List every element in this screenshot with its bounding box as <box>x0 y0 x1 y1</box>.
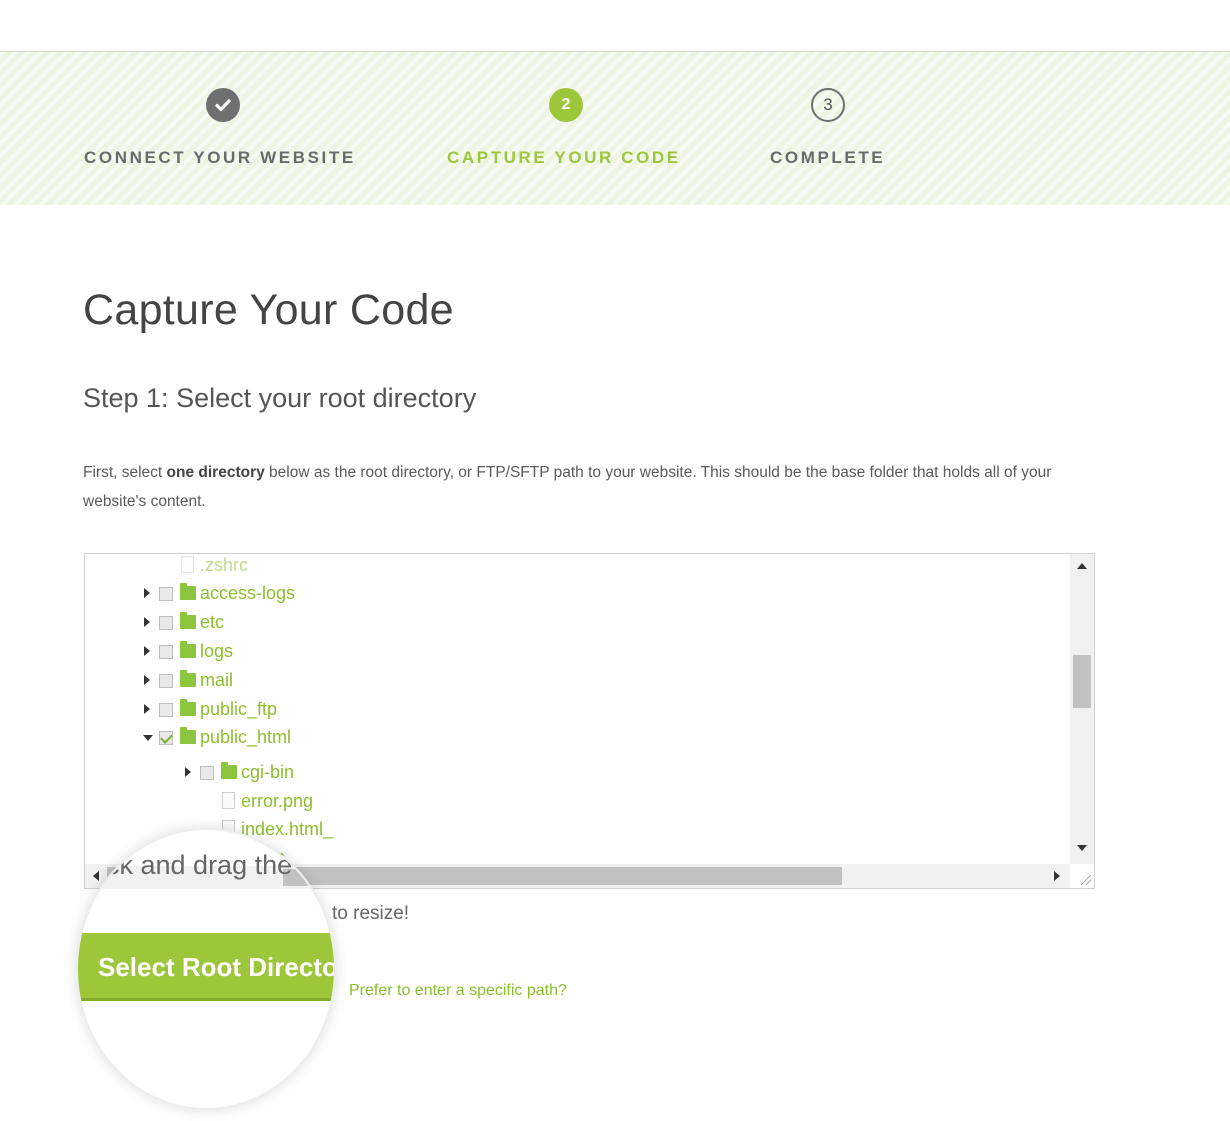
collapse-arrow-icon[interactable] <box>143 735 153 741</box>
tree-item-label: access-logs <box>200 583 296 603</box>
tree-item-label: mail <box>200 670 234 690</box>
tree-item-label: error.png <box>241 791 314 811</box>
expand-arrow-icon[interactable] <box>144 588 150 598</box>
vertical-scrollbar[interactable] <box>1070 554 1094 864</box>
page-title: Capture Your Code <box>83 286 454 334</box>
tree-checkbox[interactable] <box>159 616 173 630</box>
expand-arrow-icon[interactable] <box>144 617 150 627</box>
instructions-bold: one directory <box>166 464 265 481</box>
magnifier-callout: ck and drag the Select Root Directo <box>78 830 334 1108</box>
file-icon <box>181 556 194 573</box>
checkmark-icon <box>215 99 231 112</box>
step-number-badge: 2 <box>549 88 583 122</box>
folder-icon <box>180 727 196 744</box>
tree-item-label: logs <box>200 641 234 661</box>
folder-icon <box>180 583 196 600</box>
enter-specific-path-link[interactable]: Prefer to enter a specific path? <box>349 982 567 1000</box>
instructions-text: First, select one directory below as the… <box>83 459 1103 516</box>
folder-icon <box>180 670 196 687</box>
wizard-steps: CONNECT YOUR WEBSITE 2 CAPTURE YOUR CODE… <box>0 52 1230 205</box>
folder-icon <box>180 612 196 629</box>
tree-item-label: index.html_ <box>241 819 334 839</box>
expand-arrow-icon[interactable] <box>185 767 191 777</box>
expand-arrow-icon[interactable] <box>144 704 150 714</box>
file-icon <box>222 792 235 809</box>
step-label: CAPTURE YOUR CODE <box>447 148 681 167</box>
tree-checkbox[interactable] <box>159 645 173 659</box>
expand-arrow-icon[interactable] <box>144 675 150 685</box>
resize-hint: to resize! <box>332 903 410 924</box>
tree-checkbox[interactable] <box>159 703 173 717</box>
tree-checkbox-checked[interactable] <box>159 731 173 745</box>
folder-icon <box>221 762 237 779</box>
tree-checkbox[interactable] <box>200 766 214 780</box>
folder-icon <box>180 699 196 716</box>
tree-item-label: public_ftp <box>200 699 278 719</box>
tree-checkbox[interactable] <box>159 587 173 601</box>
scroll-down-arrow-icon[interactable] <box>1077 845 1087 851</box>
scroll-up-arrow-icon[interactable] <box>1077 563 1087 569</box>
tree-checkbox[interactable] <box>159 674 173 688</box>
vertical-scroll-thumb[interactable] <box>1073 655 1091 708</box>
step-heading: Step 1: Select your root directory <box>83 383 477 413</box>
resize-handle-icon[interactable] <box>1070 864 1094 888</box>
step-number-badge: 3 <box>811 88 845 122</box>
tree-item-label: .zshrc <box>200 555 249 575</box>
step-label: CONNECT YOUR WEBSITE <box>84 148 356 167</box>
top-header-bar <box>0 0 1230 52</box>
expand-arrow-icon[interactable] <box>144 646 150 656</box>
step-complete-checkmark-icon <box>206 88 240 122</box>
magnified-resize-hint: ck and drag the <box>106 850 293 880</box>
tree-item-label: public_html <box>200 727 292 747</box>
instructions-pre: First, select <box>83 464 167 481</box>
scroll-right-arrow-icon[interactable] <box>1054 871 1060 881</box>
step-label: COMPLETE <box>770 148 886 167</box>
tree-item-label: cgi-bin <box>241 762 295 782</box>
select-root-directory-button[interactable]: Select Root Directo <box>78 933 334 1001</box>
tree-item-label: etc <box>200 612 225 632</box>
folder-icon <box>180 641 196 658</box>
